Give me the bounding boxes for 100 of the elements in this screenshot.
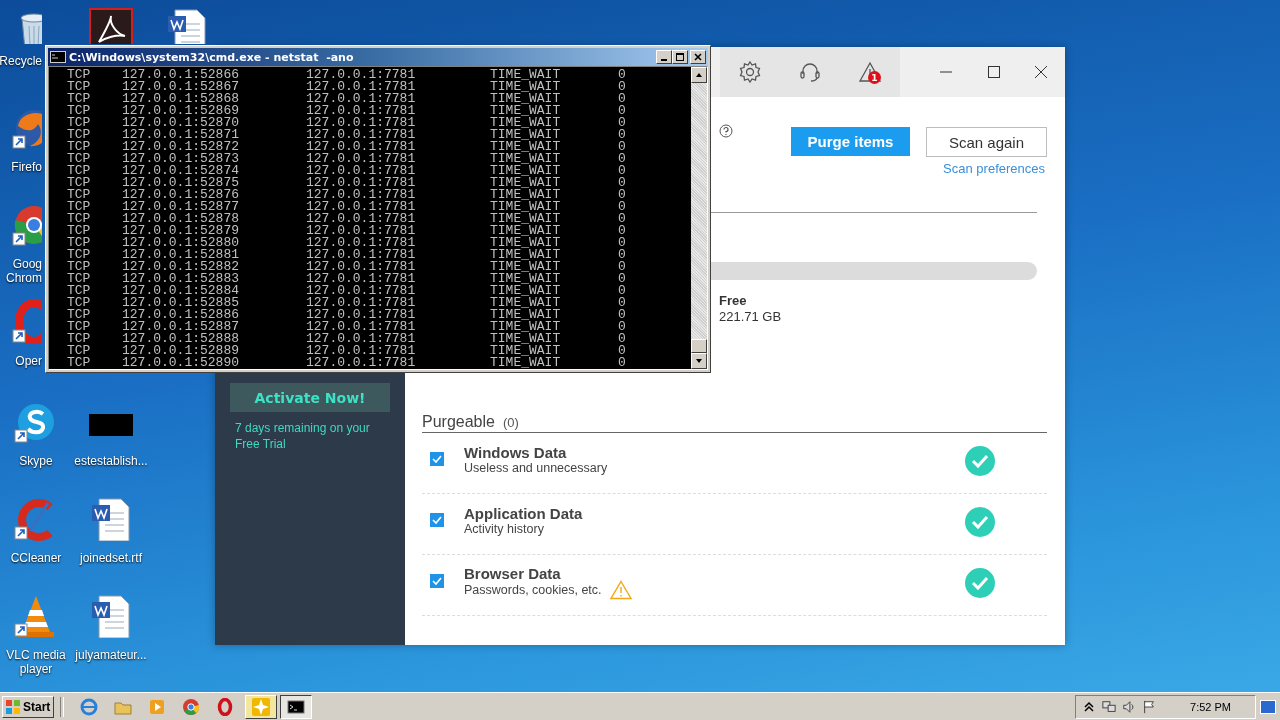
table-cell-text: TIME_WAIT — [490, 69, 562, 81]
taskbar-button[interactable] — [280, 694, 312, 719]
table-cell-text: 127.0.0.1:52883 — [122, 273, 241, 285]
settings-icon[interactable] — [738, 60, 762, 84]
table-cell-text: TCP — [67, 297, 92, 309]
icon-label: VLC media player — [5, 648, 67, 676]
item-description: Useless and unnecessary — [464, 461, 608, 476]
help-icon[interactable] — [719, 124, 733, 138]
table-cell-text: 127.0.0.1:52886 — [122, 309, 241, 321]
close-button[interactable] — [690, 50, 706, 64]
icon-label: julyamateur... — [74, 648, 148, 662]
table-cell-text: TIME_WAIT — [490, 201, 562, 213]
table-cell-text: TIME_WAIT — [490, 153, 562, 165]
show-desktop-button[interactable] — [1260, 699, 1276, 714]
scrollbar[interactable] — [691, 67, 707, 369]
maximize-button[interactable] — [672, 50, 688, 64]
table-cell-text: TCP — [67, 237, 92, 249]
table-cell: 0 — [618, 297, 626, 309]
close-icon — [693, 52, 703, 62]
table-cell-text: 127.0.0.1:52890 — [122, 357, 241, 369]
table-cell-text: TCP — [67, 225, 92, 237]
table-cell-text: 127.0.0.1:7781 — [306, 321, 417, 333]
table-cell: 0 — [618, 177, 626, 189]
table-cell-text: TIME_WAIT — [490, 237, 562, 249]
table-cell-text: TCP — [67, 273, 92, 285]
ring-icon[interactable] — [216, 697, 234, 716]
table-cell-text: 127.0.0.1:52873 — [122, 153, 241, 165]
table-cell-text: 127.0.0.1:52869 — [122, 105, 241, 117]
document-icon[interactable] — [89, 497, 133, 541]
table-cell-text: 127.0.0.1:52866 — [122, 69, 241, 81]
table-cell-text: TCP — [67, 141, 92, 153]
network-icon[interactable] — [1102, 699, 1117, 714]
table-cell-text: 127.0.0.1:7781 — [306, 105, 417, 117]
table-cell-text: 127.0.0.1:7781 — [306, 153, 417, 165]
table-cell-text: TIME_WAIT — [490, 129, 562, 141]
table-cell-text: TCP — [67, 117, 92, 129]
table-cell: 0 — [618, 261, 626, 273]
table-cell-text: TCP — [67, 69, 92, 81]
checkbox[interactable] — [430, 574, 444, 588]
table-cell-text: 127.0.0.1:7781 — [306, 81, 417, 93]
table-cell-text: TCP — [67, 201, 92, 213]
table-cell: 0 — [618, 321, 626, 333]
table-cell-text: 127.0.0.1:7781 — [306, 285, 417, 297]
activate-button[interactable]: Activate Now! — [230, 383, 390, 412]
table-cell-text: TCP — [67, 105, 92, 117]
document-icon[interactable] — [89, 594, 133, 638]
maximize-icon — [986, 65, 1001, 79]
table-cell: 0 — [618, 237, 626, 249]
scroll-thumb[interactable] — [691, 339, 707, 353]
table-cell: 0 — [618, 105, 626, 117]
table-cell-text: TIME_WAIT — [490, 309, 562, 321]
table-cell-text: 127.0.0.1:7781 — [306, 345, 417, 357]
table-cell: 0 — [618, 129, 626, 141]
tricolor-circle-icon[interactable] — [182, 697, 200, 716]
icon-label: joinedset.rtf — [78, 551, 143, 565]
table-cell: 0 — [618, 69, 626, 81]
icon-label: Recycle — [0, 54, 42, 68]
clock[interactable]: 7:52 PM — [1190, 700, 1231, 713]
table-cell: 0 — [618, 165, 626, 177]
table-cell: 0 — [618, 345, 626, 357]
table-cell-text: TCP — [67, 189, 92, 201]
table-cell-text: 127.0.0.1:7781 — [306, 129, 417, 141]
swoosh-app-icon[interactable] — [89, 8, 133, 44]
icon-label: Goog Chrom — [5, 257, 42, 285]
table-cell-text: 127.0.0.1:7781 — [306, 261, 417, 273]
table-cell-text: TIME_WAIT — [490, 297, 562, 309]
table-cell-text: 127.0.0.1:7781 — [306, 357, 417, 369]
table-cell-text: TIME_WAIT — [490, 345, 562, 357]
table-cell-text: 127.0.0.1:52888 — [122, 333, 241, 345]
globe-icon[interactable] — [80, 697, 98, 716]
minimize-button[interactable] — [656, 50, 672, 64]
four-squares-icon — [5, 698, 21, 715]
document-icon[interactable] — [165, 8, 209, 44]
checkbox[interactable] — [430, 452, 444, 466]
checkbox[interactable] — [430, 513, 444, 527]
ring-icon[interactable] — [12, 300, 42, 344]
table-cell-text: 127.0.0.1:52877 — [122, 201, 241, 213]
table-cell: 0 — [618, 357, 626, 369]
icon-label: estestablish... — [74, 454, 148, 468]
table-cell-text: TIME_WAIT — [490, 249, 562, 261]
headset-icon[interactable] — [798, 60, 822, 84]
scan-again-button[interactable]: Scan again — [926, 127, 1047, 157]
table-cell-text: 127.0.0.1:52878 — [122, 213, 241, 225]
maximize-icon — [675, 52, 685, 62]
table-cell-text: 127.0.0.1:52868 — [122, 93, 241, 105]
table-cell-text: 127.0.0.1:7781 — [306, 213, 417, 225]
star-icon — [252, 697, 270, 716]
warning-icon[interactable] — [858, 60, 882, 84]
item-title: Windows Data — [464, 444, 568, 461]
scan-preferences-link[interactable]: Scan preferences — [943, 161, 1045, 176]
table-cell: 0 — [618, 141, 626, 153]
table-cell-text: 127.0.0.1:7781 — [306, 141, 417, 153]
table-cell-text: TCP — [67, 93, 92, 105]
table-cell-text: 127.0.0.1:7781 — [306, 177, 417, 189]
table-cell-text: 127.0.0.1:52879 — [122, 225, 241, 237]
start-button[interactable]: Start — [2, 695, 54, 718]
flag-icon[interactable] — [1142, 699, 1157, 714]
table-cell-text: TCP — [67, 81, 92, 93]
table-cell: 0 — [618, 249, 626, 261]
notification-badge: 1 — [868, 71, 881, 84]
